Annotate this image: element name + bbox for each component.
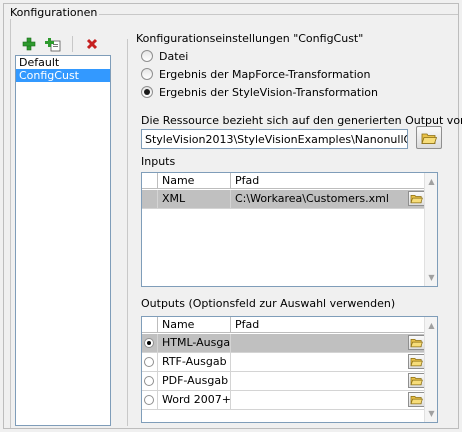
- output-name[interactable]: Word 2007+: [158, 391, 231, 410]
- option-mapforce-radio[interactable]: [141, 68, 153, 80]
- output-name[interactable]: PDF-Ausgab: [158, 372, 231, 391]
- group-title: Konfigurationen: [8, 6, 100, 19]
- row-indicator-header: [142, 317, 158, 333]
- output-path-cell[interactable]: [231, 353, 426, 372]
- add-config-icon: [22, 37, 36, 51]
- open-folder-icon: [410, 396, 423, 405]
- scroll-down-icon[interactable]: ▼: [425, 271, 438, 284]
- open-folder-icon: [410, 377, 423, 386]
- input-path: C:\Workarea\Customers.xml: [235, 192, 389, 205]
- option-stylevision-label: Ergebnis der StyleVision-Transformation: [159, 85, 378, 99]
- open-folder-icon: [410, 339, 423, 348]
- inputs-scrollbar[interactable]: ▲ ▼: [424, 173, 437, 286]
- input-row[interactable]: XML C:\Workarea\Customers.xml: [142, 190, 426, 209]
- open-folder-icon: [421, 133, 437, 144]
- output-radio-cell[interactable]: [142, 372, 158, 391]
- input-name[interactable]: XML: [158, 190, 231, 209]
- output-radio[interactable]: [144, 357, 154, 367]
- settings-frame: [127, 39, 128, 426]
- output-name[interactable]: RTF-Ausgab: [158, 353, 231, 372]
- browse-output-button[interactable]: [408, 354, 425, 369]
- output-radio[interactable]: [144, 395, 154, 405]
- column-header-path[interactable]: Pfad: [231, 317, 426, 333]
- option-mapforce[interactable]: Ergebnis der MapForce-Transformation: [141, 66, 371, 82]
- open-folder-icon: [410, 358, 423, 367]
- outputs-grid-header: Name Pfad: [142, 317, 426, 333]
- row-indicator-header: [142, 173, 158, 189]
- scroll-down-icon[interactable]: ▼: [425, 407, 438, 420]
- radio-selected-dot: [144, 89, 150, 95]
- output-row-html[interactable]: HTML-Ausga: [142, 334, 426, 353]
- output-radio[interactable]: [144, 338, 154, 348]
- outputs-label: Outputs (Optionsfeld zur Auswahl verwend…: [141, 297, 396, 310]
- outputs-scrollbar[interactable]: ▲ ▼: [424, 317, 437, 422]
- output-row-rtf[interactable]: RTF-Ausgab: [142, 353, 426, 372]
- resource-path-input[interactable]: StyleVision2013\StyleVisionExamples\Nano…: [141, 129, 408, 149]
- open-folder-icon: [410, 195, 423, 204]
- row-indicator: [142, 190, 158, 209]
- input-path-cell[interactable]: C:\Workarea\Customers.xml: [231, 190, 426, 209]
- column-header-name[interactable]: Name: [158, 173, 231, 189]
- option-stylevision[interactable]: Ergebnis der StyleVision-Transformation: [141, 84, 378, 100]
- option-stylevision-radio[interactable]: [141, 86, 153, 98]
- output-radio-cell[interactable]: [142, 334, 158, 353]
- delete-config-button[interactable]: [83, 36, 101, 52]
- copy-config-icon: [45, 37, 61, 51]
- toolbar-separator: [72, 36, 73, 52]
- column-header-name[interactable]: Name: [158, 317, 231, 333]
- radio-selected-dot: [147, 341, 151, 345]
- output-row-word[interactable]: Word 2007+: [142, 391, 426, 410]
- column-header-path[interactable]: Pfad: [231, 173, 426, 189]
- resource-label: Die Ressource bezieht sich auf den gener…: [141, 114, 462, 127]
- inputs-grid-header: Name Pfad: [142, 173, 426, 189]
- option-file-radio[interactable]: [141, 50, 153, 62]
- output-name[interactable]: HTML-Ausga: [158, 334, 231, 353]
- option-file[interactable]: Datei: [141, 48, 188, 64]
- delete-config-icon: [86, 38, 98, 50]
- browse-output-button[interactable]: [408, 335, 425, 350]
- browse-output-button[interactable]: [408, 392, 425, 407]
- output-path-cell[interactable]: [231, 372, 426, 391]
- outputs-grid[interactable]: Name Pfad HTML-Ausga RTF-Ausgab PDF-Ausg…: [141, 316, 438, 423]
- config-item-configcust[interactable]: ConfigCust: [16, 69, 110, 82]
- config-toolbar: [20, 36, 101, 52]
- output-row-pdf[interactable]: PDF-Ausgab: [142, 372, 426, 391]
- config-item-default[interactable]: Default: [16, 56, 110, 69]
- scroll-up-icon[interactable]: ▲: [425, 175, 438, 188]
- browse-resource-button[interactable]: [416, 126, 442, 149]
- inputs-label: Inputs: [141, 155, 176, 168]
- settings-title: Konfigurationseinstellungen "ConfigCust": [134, 32, 366, 45]
- output-path-cell[interactable]: [231, 334, 426, 353]
- add-config-button[interactable]: [20, 36, 38, 52]
- inputs-grid[interactable]: Name Pfad XML C:\Workarea\Customers.xml …: [141, 172, 438, 287]
- output-path-cell[interactable]: [231, 391, 426, 410]
- output-radio-cell[interactable]: [142, 353, 158, 372]
- browse-input-button[interactable]: [408, 191, 425, 206]
- browse-output-button[interactable]: [408, 373, 425, 388]
- copy-config-button[interactable]: [44, 36, 62, 52]
- option-mapforce-label: Ergebnis der MapForce-Transformation: [159, 67, 371, 81]
- config-list[interactable]: Default ConfigCust: [15, 55, 111, 426]
- option-file-label: Datei: [159, 49, 189, 63]
- output-radio[interactable]: [144, 376, 154, 386]
- output-radio-cell[interactable]: [142, 391, 158, 410]
- scroll-up-icon[interactable]: ▲: [425, 319, 438, 332]
